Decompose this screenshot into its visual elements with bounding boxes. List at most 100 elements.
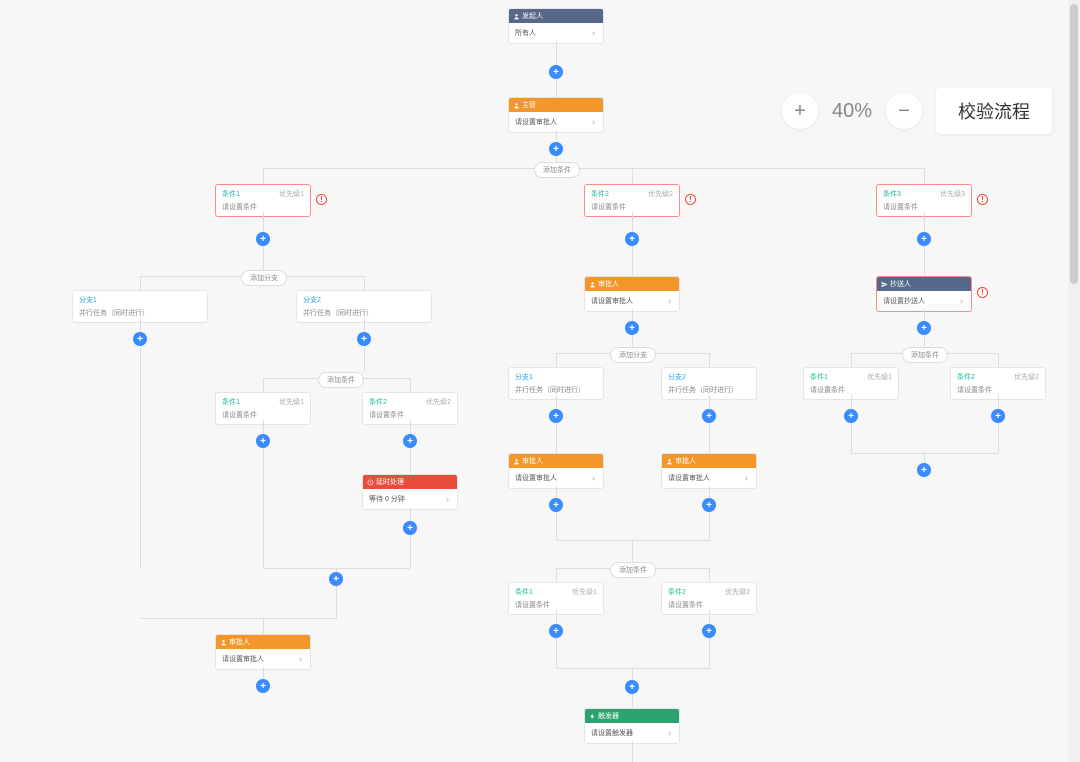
add-button[interactable]: +	[625, 232, 639, 246]
add-button[interactable]: +	[549, 498, 563, 512]
add-button[interactable]: +	[329, 572, 343, 586]
error-icon: !	[685, 194, 696, 205]
add-button[interactable]: +	[549, 409, 563, 423]
add-button[interactable]: +	[256, 679, 270, 693]
branch-body: 并行任务（同时进行）	[303, 308, 425, 318]
connector	[924, 335, 925, 347]
branch-name: 分支2	[668, 372, 686, 382]
connector	[263, 212, 264, 232]
connector	[556, 423, 557, 453]
node-originator[interactable]: 发起人 所有人	[508, 8, 604, 44]
node-title: 抄送人	[890, 279, 911, 289]
add-button[interactable]: +	[549, 624, 563, 638]
scrollbar[interactable]	[1068, 0, 1080, 762]
add-button[interactable]: +	[549, 142, 563, 156]
connector	[709, 353, 710, 367]
node-body: 请设置抄送人	[883, 296, 925, 306]
node-title: 审批人	[598, 279, 619, 289]
user-icon	[666, 458, 673, 465]
add-button[interactable]: +	[133, 332, 147, 346]
add-condition-gate[interactable]: 添加条件	[534, 162, 580, 178]
node-approver-a[interactable]: 审批人 请设置审批人	[584, 276, 680, 312]
connector	[263, 448, 264, 568]
connector	[263, 168, 535, 169]
node-supervisor[interactable]: 主管 请设置审批人	[508, 97, 604, 133]
connector	[140, 346, 141, 568]
add-button[interactable]: +	[625, 321, 639, 335]
add-button[interactable]: +	[844, 409, 858, 423]
add-button[interactable]: +	[991, 409, 1005, 423]
connector	[263, 420, 264, 434]
validate-button[interactable]: 校验流程	[936, 88, 1052, 134]
zoom-percentage: 40%	[832, 100, 872, 123]
node-body: 请设置审批人	[222, 654, 264, 664]
add-condition-gate[interactable]: 添加条件	[610, 562, 656, 578]
node-delay[interactable]: 延时处理 等待 0 分钟	[362, 474, 458, 510]
add-button[interactable]: +	[403, 521, 417, 535]
zoom-out-button[interactable]: −	[886, 93, 922, 129]
chevron-right-icon	[590, 119, 597, 126]
zoom-in-button[interactable]: +	[782, 93, 818, 129]
add-button[interactable]: +	[625, 680, 639, 694]
add-button[interactable]: +	[917, 321, 931, 335]
node-trigger[interactable]: 触发器 请设置触发器	[584, 708, 680, 744]
add-button[interactable]: +	[702, 498, 716, 512]
add-button[interactable]: +	[702, 409, 716, 423]
node-body: 请设置审批人	[668, 473, 710, 483]
add-button[interactable]: +	[256, 232, 270, 246]
node-approver-left[interactable]: 审批人 请设置审批人	[215, 634, 311, 670]
add-button[interactable]: +	[403, 434, 417, 448]
add-button[interactable]: +	[357, 332, 371, 346]
add-button[interactable]: +	[256, 434, 270, 448]
connector	[709, 486, 710, 498]
user-icon	[513, 458, 520, 465]
connector	[556, 568, 557, 582]
add-condition-gate[interactable]: 添加条件	[318, 372, 364, 388]
connector	[924, 309, 925, 321]
error-icon: !	[977, 194, 988, 205]
add-button[interactable]: +	[702, 624, 716, 638]
cond-body: 请设置条件	[883, 202, 965, 212]
branch-body: 并行任务（同时进行）	[668, 385, 750, 395]
connector	[364, 346, 365, 372]
node-body: 等待 0 分钟	[369, 494, 405, 504]
connector	[556, 79, 557, 97]
connector	[410, 420, 411, 434]
connector	[709, 423, 710, 453]
cond-name: 条件2	[591, 189, 609, 199]
connector	[924, 212, 925, 232]
add-branch-gate[interactable]: 添加分支	[241, 270, 287, 286]
connector	[556, 353, 557, 367]
connector	[709, 395, 710, 409]
user-icon	[220, 639, 227, 646]
cond-name: 条件2	[957, 372, 975, 382]
add-branch-gate[interactable]: 添加分支	[610, 347, 656, 363]
node-title: 审批人	[522, 456, 543, 466]
chevron-right-icon	[666, 730, 673, 737]
cond-body: 请设置条件	[222, 410, 304, 420]
connector	[364, 318, 365, 332]
cond-name: 条件1	[222, 189, 240, 199]
cond-priority: 优先级2	[648, 189, 673, 199]
add-button[interactable]: +	[917, 463, 931, 477]
connector	[998, 395, 999, 409]
cond-priority: 优先级3	[940, 189, 965, 199]
cond-priority: 优先级2	[1014, 372, 1039, 382]
scrollbar-thumb[interactable]	[1070, 4, 1078, 284]
node-cc[interactable]: 抄送人 请设置抄送人	[876, 276, 972, 312]
connector	[709, 568, 710, 582]
connector	[263, 378, 264, 392]
connector	[654, 568, 709, 569]
connector	[632, 694, 633, 708]
connector	[263, 168, 264, 184]
node-body: 请设置审批人	[515, 473, 557, 483]
connector	[410, 378, 411, 392]
add-condition-gate[interactable]: 添加条件	[902, 347, 948, 363]
add-button[interactable]: +	[917, 232, 931, 246]
node-approver-b2[interactable]: 审批人 请设置审批人	[661, 453, 757, 489]
node-body: 请设置审批人	[591, 296, 633, 306]
connector	[263, 667, 264, 679]
node-approver-b1[interactable]: 审批人 请设置审批人	[508, 453, 604, 489]
connector	[632, 540, 633, 562]
add-button[interactable]: +	[549, 65, 563, 79]
